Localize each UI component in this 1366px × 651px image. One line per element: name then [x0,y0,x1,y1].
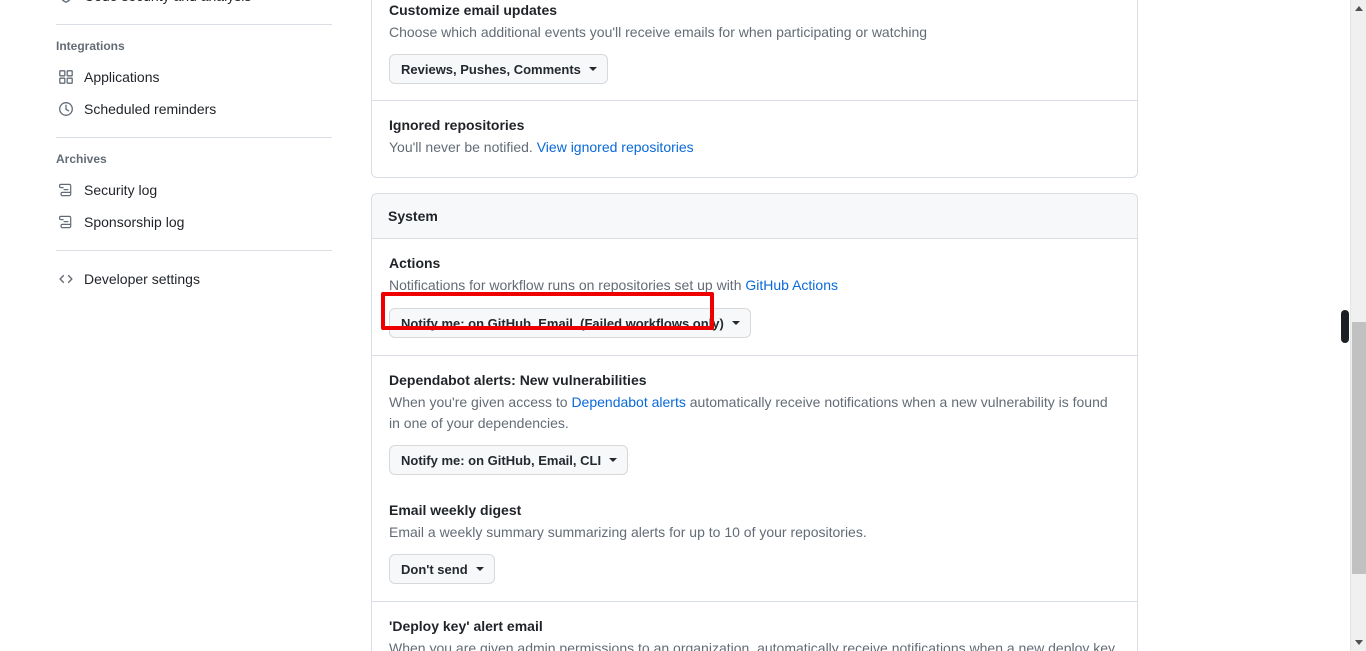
browser-scrollbar[interactable] [1350,0,1366,651]
log-scroll-icon [58,214,74,230]
section-description: Email a weekly summary summarizing alert… [389,524,867,540]
content-scroll-thumb[interactable] [1341,310,1349,343]
chevron-down-icon [588,67,597,71]
sidebar-item-sponsorship-log[interactable]: Sponsorship log [0,206,340,238]
dropdown-label: Don't send [401,561,468,577]
sidebar-divider [56,24,332,25]
section-title: Ignored repositories [389,117,525,133]
chevron-down-icon [609,458,618,462]
section-description: You'll never be notified. View ignored r… [389,137,1120,158]
section-title: Customize email updates [389,2,558,18]
section-description: When you're given access to Dependabot a… [389,392,1120,434]
sidebar-item-label: Code security and analysis [84,0,251,12]
sidebar-item-scheduled-reminders[interactable]: Scheduled reminders [0,93,340,125]
chevron-down-icon [475,567,484,571]
sidebar-divider [56,137,332,138]
chevron-down-icon [731,321,740,325]
scrollbar-up-arrow-icon[interactable] [1351,0,1366,17]
shield-check-icon [58,0,74,4]
sidebar-item-developer-settings[interactable]: Developer settings [0,263,340,295]
email-notifications-card: Customize email updates Choose which add… [371,0,1138,178]
dependabot-desc-prefix: When you're given access to [389,394,572,410]
sidebar-section-title-integrations: Integrations [56,39,125,53]
settings-sidebar: Code security and analysis Integrations … [0,0,340,651]
ignored-repos-text: You'll never be notified. [389,139,537,155]
sidebar-section-title-archives: Archives [56,152,107,166]
page-viewport: Code security and analysis Integrations … [0,0,1366,651]
sidebar-divider [56,250,332,251]
clock-icon [58,101,74,117]
section-ignored-repositories: Ignored repositories You'll never be not… [372,100,1137,177]
github-actions-link[interactable]: GitHub Actions [745,277,838,293]
weekly-digest-dropdown[interactable]: Don't send [389,554,495,584]
section-description: Notifications for workflow runs on repos… [389,275,1120,296]
customize-email-updates-dropdown[interactable]: Reviews, Pushes, Comments [389,54,608,84]
dropdown-label: Notify me: on GitHub, Email, CLI [401,452,602,468]
section-deploy-key-alert-email: 'Deploy key' alert email When you are gi… [372,601,1137,651]
system-card-header: System [372,194,1137,239]
sidebar-item-label: Applications [84,69,160,85]
sidebar-item-label: Developer settings [84,271,200,287]
sidebar-item-label: Scheduled reminders [84,101,217,117]
section-email-weekly-digest: Email weekly digest Email a weekly summa… [372,492,1137,601]
section-title: Actions [389,255,441,271]
sidebar-item-label: Sponsorship log [84,214,185,230]
scrollbar-down-arrow-icon[interactable] [1351,634,1366,651]
section-description: Choose which additional events you'll re… [389,24,928,40]
actions-notification-dropdown[interactable]: Notify me: on GitHub, Email. (Failed wor… [389,308,751,338]
section-title: Dependabot alerts: New vulnerabilities [389,372,647,388]
sidebar-item-code-security-and-analysis[interactable]: Code security and analysis [0,0,340,12]
scrollbar-thumb[interactable] [1352,322,1366,574]
actions-desc-text: Notifications for workflow runs on repos… [389,277,746,293]
dropdown-label: Notify me: on GitHub, Email. (Failed wor… [401,315,724,331]
code-brackets-icon [58,271,74,287]
view-ignored-repositories-link[interactable]: View ignored repositories [537,139,694,155]
section-dependabot-alerts: Dependabot alerts: New vulnerabilities W… [372,355,1137,492]
section-title: Email weekly digest [389,502,522,518]
notifications-settings-main: Customize email updates Choose which add… [371,0,1138,651]
dependabot-alerts-link[interactable]: Dependabot alerts [571,394,685,410]
sidebar-item-label: Security log [84,182,158,198]
dependabot-notification-dropdown[interactable]: Notify me: on GitHub, Email, CLI [389,445,629,475]
apps-grid-icon [58,69,74,85]
section-customize-email-updates: Customize email updates Choose which add… [372,0,1137,100]
section-actions: Actions Notifications for workflow runs … [372,239,1137,355]
sidebar-item-security-log[interactable]: Security log [0,174,340,206]
log-scroll-icon [58,182,74,198]
section-description: When you are given admin permissions to … [389,640,1116,651]
sidebar-item-applications[interactable]: Applications [0,61,340,93]
system-notifications-card: System Actions Notifications for workflo… [371,193,1138,651]
dropdown-label: Reviews, Pushes, Comments [401,61,581,77]
section-title: 'Deploy key' alert email [389,618,543,634]
